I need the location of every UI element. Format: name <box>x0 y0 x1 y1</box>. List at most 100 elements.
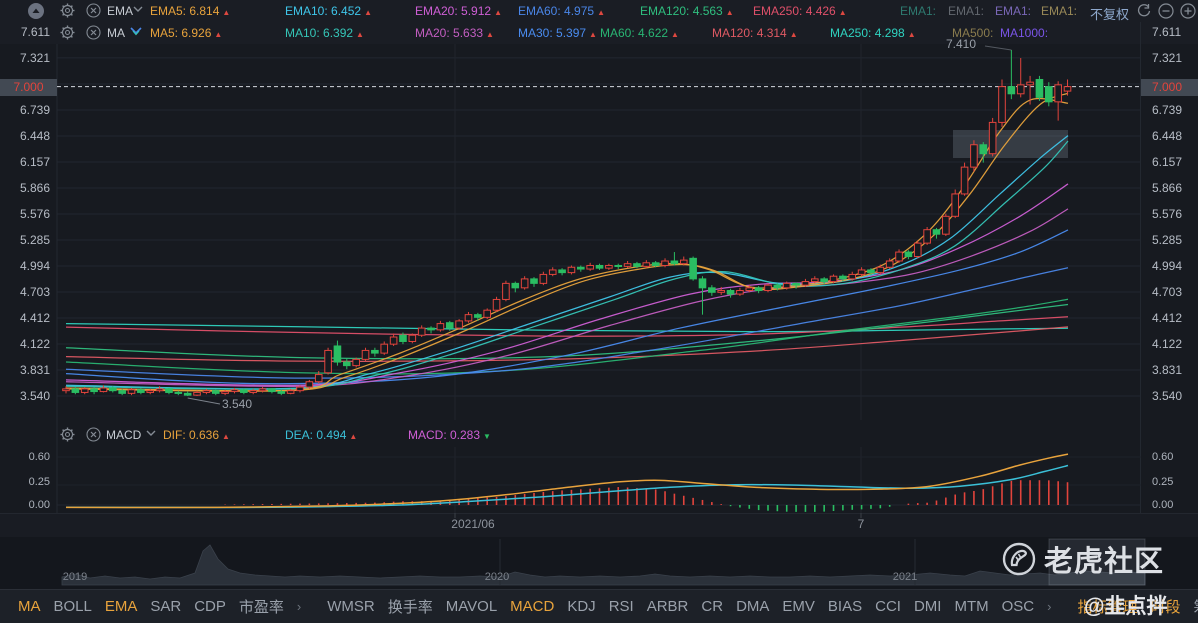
ema-chevron-down-icon[interactable] <box>133 6 149 22</box>
collapse-panel-button[interactable] <box>28 3 44 19</box>
candle-body <box>408 334 417 342</box>
candle-body <box>857 269 866 275</box>
price-axis-label: 5.866 <box>19 181 50 196</box>
indicator-value-chip: MA5: 6.926 ▲ <box>150 26 223 40</box>
candle-body <box>492 298 501 311</box>
macd-chevron-down-icon[interactable] <box>146 430 162 446</box>
toolbar-item-EMV[interactable]: EMV <box>782 598 815 615</box>
watermark: 老虎社区 <box>1002 538 1164 580</box>
candle-body <box>371 349 379 354</box>
toolbar-item-OSC[interactable]: OSC <box>1002 598 1035 615</box>
indicator-value-chip: DEA: 0.494 ▲ <box>285 428 358 442</box>
candle-body <box>567 266 576 274</box>
candle-body <box>745 287 754 292</box>
candle-body <box>211 390 220 394</box>
toolbar-item-SAR[interactable]: SAR <box>150 598 181 615</box>
candle-body <box>380 343 389 354</box>
ma-line-EMA120 <box>65 303 1069 360</box>
toolbar-item-EMA[interactable]: EMA <box>105 598 138 615</box>
macd-axis-label: 0.60 <box>28 451 50 463</box>
zoom-in-icon[interactable] <box>1180 3 1196 19</box>
price-axis-label: 3.540 <box>1152 389 1183 404</box>
navigator-area[interactable] <box>61 544 1146 586</box>
price-axis-label: 5.285 <box>19 232 50 247</box>
candle-body <box>502 282 510 300</box>
trend-up-icon: ▲ <box>838 8 847 17</box>
toolbar-item-RSI[interactable]: RSI <box>609 598 634 615</box>
candle-body <box>595 264 604 269</box>
indicator-value-chip: MA10: 6.392 ▲ <box>285 26 364 40</box>
toolbar-item-MTM[interactable]: MTM <box>954 598 988 615</box>
toolbar-item-CDP[interactable]: CDP <box>194 598 226 615</box>
ma-close-icon[interactable] <box>86 25 102 41</box>
price-axis-label: 7.611 <box>20 25 50 39</box>
zoom-out-icon[interactable] <box>1158 3 1174 19</box>
price-axis-label: 6.157 <box>1152 155 1183 170</box>
candle-body <box>520 278 529 289</box>
toolbar-item-MA[interactable]: MA <box>18 598 41 615</box>
toolbar-item-BOLL[interactable]: BOLL <box>54 598 92 615</box>
price-axis-label: 6.448 <box>19 128 50 143</box>
ema-close-icon[interactable] <box>86 3 102 19</box>
toolbar-item-DMI[interactable]: DMI <box>914 598 942 615</box>
candle-body <box>754 287 763 292</box>
toolbar-item-MAVOL[interactable]: MAVOL <box>446 598 497 615</box>
ema-indicator-name[interactable]: EMA <box>107 4 133 18</box>
trend-up-icon: ▲ <box>364 8 372 17</box>
reset-zoom-icon[interactable] <box>1136 3 1152 19</box>
toolbar-item-BIAS[interactable]: BIAS <box>828 598 862 615</box>
candle-body <box>539 273 548 284</box>
toolbar-item-CCI[interactable]: CCI <box>875 598 901 615</box>
indicator-value-chip: EMA1: <box>948 4 985 18</box>
price-axis-label: 7.611 <box>1152 25 1182 39</box>
candle-body <box>464 314 473 322</box>
toolbar-item-换手率[interactable]: 换手率 <box>388 596 433 617</box>
candle-body <box>895 251 903 262</box>
candle-body <box>773 284 782 289</box>
ma-settings-gear-icon[interactable] <box>60 25 76 41</box>
macd-indicator-name[interactable]: MACD <box>106 428 141 442</box>
price-axis-label: 7.321 <box>19 50 50 65</box>
indicator-value-chip: MA30: 5.397 ▲ <box>518 26 597 40</box>
candle-body <box>62 388 70 392</box>
last-price-badge-right: 7.000 <box>1141 79 1198 96</box>
toolbar-item-WMSR[interactable]: WMSR <box>327 598 375 615</box>
candle-body <box>811 278 819 283</box>
toolbar-item-筹码[interactable]: 筹码 <box>1194 596 1198 617</box>
toolbar-item-DMA[interactable]: DMA <box>736 598 769 615</box>
toolbar-more-chevron-icon[interactable]: › <box>297 599 301 614</box>
time-axis-label: 7 <box>857 517 865 531</box>
candle-body <box>249 390 257 393</box>
toolbar-item-MACD[interactable]: MACD <box>510 598 554 615</box>
candle-body <box>988 121 997 155</box>
candle-body <box>361 349 370 360</box>
candle-body <box>1026 81 1034 86</box>
ma-indicator-name[interactable]: MA <box>107 26 125 40</box>
price-axis-label: 6.157 <box>19 155 50 170</box>
adjustment-mode-button[interactable]: 不复权 <box>1090 4 1129 23</box>
low-annotation-pointer <box>187 397 221 405</box>
candle-body <box>623 263 632 267</box>
navigator-year-label: 2019 <box>62 571 88 583</box>
candle-body <box>979 144 988 155</box>
toolbar-item-ARBR[interactable]: ARBR <box>647 598 689 615</box>
macd-settings-gear-icon[interactable] <box>60 427 76 443</box>
toolbar-item-市盈率[interactable]: 市盈率 <box>239 596 284 617</box>
candle-body <box>942 215 950 235</box>
toolbar-item-KDJ[interactable]: KDJ <box>567 598 595 615</box>
ma-visibility-icon[interactable] <box>130 27 146 43</box>
candle-body <box>71 388 80 393</box>
macd-close-icon[interactable] <box>86 427 102 443</box>
toolbar-item-CR[interactable]: CR <box>701 598 723 615</box>
trend-up-icon: ▲ <box>349 432 358 441</box>
chart-canvas[interactable] <box>0 0 1198 623</box>
indicator-value-chip: EMA1: <box>900 4 937 18</box>
toolbar-more-chevron-icon[interactable]: › <box>1047 599 1051 614</box>
ema-settings-gear-icon[interactable] <box>60 3 76 19</box>
price-axis-label: 5.576 <box>19 206 50 221</box>
candle-body <box>286 390 295 394</box>
candle-body <box>913 242 922 258</box>
price-axis-label: 3.540 <box>19 389 50 404</box>
macd-dea-line <box>65 464 1069 509</box>
price-axis-label: 4.994 <box>19 259 50 273</box>
